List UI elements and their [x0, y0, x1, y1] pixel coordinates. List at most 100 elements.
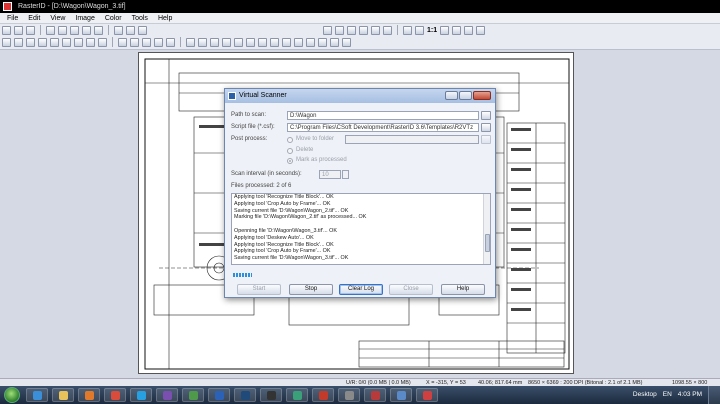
arc-icon[interactable]: [74, 38, 83, 47]
reader-icon[interactable]: [312, 388, 334, 402]
utility-icon[interactable]: [338, 388, 360, 402]
recorder-icon[interactable]: [416, 388, 438, 402]
app-icon[interactable]: [182, 388, 204, 402]
invert-icon[interactable]: [270, 38, 279, 47]
zoom-in-icon[interactable]: [403, 26, 412, 35]
start-button-icon[interactable]: [4, 387, 20, 403]
browse-folder-icon[interactable]: [481, 111, 491, 120]
menu-file[interactable]: File: [2, 15, 23, 22]
scanner-task-icon[interactable]: [390, 388, 412, 402]
grid-icon[interactable]: [166, 38, 175, 47]
print-icon[interactable]: [46, 26, 55, 35]
circle-icon[interactable]: [86, 38, 95, 47]
close-button[interactable]: Close: [389, 284, 433, 295]
help-button[interactable]: Help: [441, 284, 485, 295]
zoom-one-to-one-button[interactable]: 1:1: [427, 25, 437, 37]
menu-view[interactable]: View: [45, 15, 70, 22]
undo-icon[interactable]: [114, 26, 123, 35]
media-player-icon[interactable]: [78, 388, 100, 402]
menu-edit[interactable]: Edit: [23, 15, 45, 22]
browse-move-folder-icon[interactable]: [481, 135, 491, 144]
network-app-icon[interactable]: [286, 388, 308, 402]
menu-image[interactable]: Image: [70, 15, 99, 22]
flip-icon[interactable]: [347, 26, 356, 35]
script-file-field[interactable]: C:\Program Files\CSoft Development\Raste…: [287, 123, 479, 132]
ie-icon[interactable]: [26, 388, 48, 402]
maximize-icon[interactable]: [459, 91, 472, 100]
explorer-icon[interactable]: [52, 388, 74, 402]
fill-icon[interactable]: [118, 38, 127, 47]
menu-color[interactable]: Color: [100, 15, 127, 22]
mirror-icon[interactable]: [222, 38, 231, 47]
redo-icon[interactable]: [126, 26, 135, 35]
dialog-titlebar[interactable]: Virtual Scanner: [225, 89, 495, 103]
rectangle-select-icon[interactable]: [14, 38, 23, 47]
pencil-icon[interactable]: [50, 38, 59, 47]
stop-button[interactable]: Stop: [289, 284, 333, 295]
log-scrollbar[interactable]: [483, 194, 490, 264]
zoom-out-icon[interactable]: [415, 26, 424, 35]
paste-icon[interactable]: [94, 26, 103, 35]
photoshop-icon[interactable]: [234, 388, 256, 402]
scan-icon[interactable]: [58, 26, 67, 35]
visual-studio-icon[interactable]: [156, 388, 178, 402]
select-icon[interactable]: [2, 38, 11, 47]
show-desktop-button[interactable]: [708, 386, 720, 404]
scale-icon[interactable]: [246, 38, 255, 47]
scan-interval-field[interactable]: 10: [319, 170, 341, 179]
move-folder-field[interactable]: [345, 135, 479, 144]
rotate-right-icon[interactable]: [335, 26, 344, 35]
settings-icon[interactable]: [464, 26, 474, 35]
histogram-icon[interactable]: [294, 38, 303, 47]
polyline-icon[interactable]: [98, 38, 107, 47]
clear-log-button[interactable]: Clear Log: [339, 284, 383, 295]
log-list[interactable]: Applying tool 'Recognize Title Block'...…: [231, 193, 491, 265]
line-icon[interactable]: [62, 38, 71, 47]
move-to-folder-radio[interactable]: [287, 137, 293, 143]
move-icon[interactable]: [234, 38, 243, 47]
text-icon[interactable]: [130, 38, 139, 47]
minimize-icon[interactable]: [445, 91, 458, 100]
pan-icon[interactable]: [452, 26, 462, 35]
start-button[interactable]: Start: [237, 284, 281, 295]
vectorize-icon[interactable]: [198, 38, 207, 47]
eraser-icon[interactable]: [38, 38, 47, 47]
close-icon[interactable]: [473, 91, 491, 100]
measure-icon[interactable]: [142, 38, 151, 47]
copy-icon[interactable]: [82, 26, 91, 35]
mark-processed-radio[interactable]: [287, 158, 293, 164]
rasterid-task-icon[interactable]: [364, 388, 386, 402]
threshold-icon[interactable]: [282, 38, 291, 47]
language-indicator[interactable]: EN: [663, 386, 672, 404]
browse-script-icon[interactable]: [481, 123, 491, 132]
rotate-left-icon[interactable]: [323, 26, 332, 35]
lasso-icon[interactable]: [26, 38, 35, 47]
open-folder-icon[interactable]: [14, 26, 23, 35]
tray-clock[interactable]: 4:03 PM: [678, 386, 702, 404]
help-icon[interactable]: [138, 26, 147, 35]
menu-tools[interactable]: Tools: [127, 15, 153, 22]
snap-icon[interactable]: [154, 38, 163, 47]
skype-icon[interactable]: [130, 388, 152, 402]
deskew-icon[interactable]: [371, 26, 380, 35]
merge-icon[interactable]: [306, 38, 315, 47]
word-icon[interactable]: [208, 388, 230, 402]
save-icon[interactable]: [26, 26, 35, 35]
chrome-icon[interactable]: [104, 388, 126, 402]
trace-icon[interactable]: [186, 38, 195, 47]
terminal-icon[interactable]: [260, 388, 282, 402]
path-field[interactable]: D:\Wagon: [287, 111, 479, 120]
delete-radio[interactable]: [287, 148, 293, 154]
interval-spinner-icon[interactable]: [342, 170, 349, 179]
raster-edit-icon[interactable]: [210, 38, 219, 47]
layers-icon[interactable]: [476, 26, 486, 35]
clone-icon[interactable]: [258, 38, 267, 47]
log-scroll-thumb[interactable]: [485, 234, 490, 252]
crop-icon[interactable]: [359, 26, 368, 35]
calibrate-icon[interactable]: [330, 38, 339, 47]
desktop-toolbar-label[interactable]: Desktop: [633, 386, 657, 404]
fit-window-icon[interactable]: [440, 26, 450, 35]
split-icon[interactable]: [318, 38, 327, 47]
menu-help[interactable]: Help: [153, 15, 177, 22]
new-file-icon[interactable]: [2, 26, 11, 35]
